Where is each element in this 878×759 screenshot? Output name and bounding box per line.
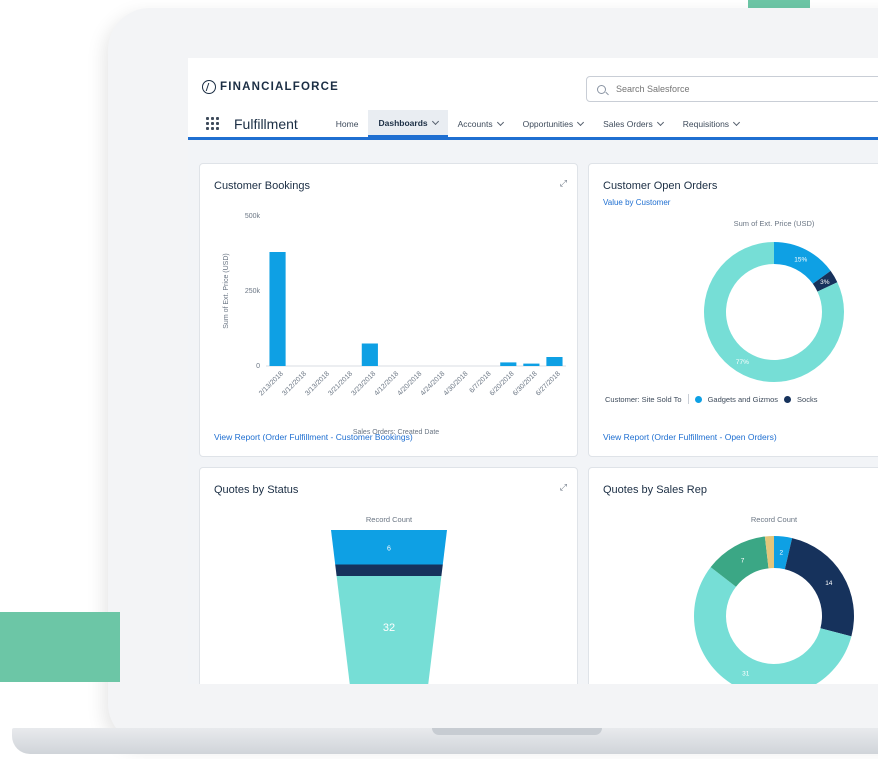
funnel-label: 6 xyxy=(387,545,391,552)
quotes-status-funnel-chart: Record Count 6 32 xyxy=(331,515,447,684)
app-name: Fulfillment xyxy=(234,115,298,132)
chevron-down-icon[interactable] xyxy=(577,118,585,126)
expand-icon[interactable]: ⤢ xyxy=(560,178,567,189)
funnel-segment[interactable] xyxy=(335,564,443,577)
legend-item: Socks xyxy=(797,394,818,404)
chevron-down-icon[interactable] xyxy=(496,118,504,126)
nav-tab-home[interactable]: Home xyxy=(326,110,369,137)
nav-tab-label: Accounts xyxy=(457,118,493,129)
decorative-accent-top xyxy=(748,0,810,8)
y-tick-label: 500k xyxy=(245,213,261,220)
app-nav-bar: Fulfillment Home Dashboards Accounts Opport… xyxy=(188,110,878,140)
brand-logo[interactable]: FINANCIALFORCE xyxy=(202,80,339,94)
view-report-link[interactable]: View Report (Order Fulfillment - Open Or… xyxy=(603,432,777,442)
bar[interactable] xyxy=(269,252,286,366)
chart-title: Sum of Ext. Price (USD) xyxy=(734,219,815,228)
laptop-notch xyxy=(432,728,602,735)
donut-slice[interactable] xyxy=(784,538,854,637)
card-quotes-by-sales-rep: Quotes by Sales Rep Record Count 2 14 31 7 xyxy=(588,467,878,684)
bar[interactable] xyxy=(500,362,517,366)
brand-name: FINANCIALFORCE xyxy=(220,81,340,93)
slice-label: 14 xyxy=(825,580,833,587)
nav-tab-label: Requisitions xyxy=(682,118,730,129)
x-tick-label: 4/30/2018 xyxy=(443,370,470,397)
chart-title: Record Count xyxy=(366,515,413,524)
laptop-screen: FINANCIALFORCE Fulfillment Home Dashboard… xyxy=(188,58,878,684)
open-orders-donut-chart: Sum of Ext. Price (USD) 15% 3% 77% xyxy=(704,219,844,382)
nav-tab-sales-orders[interactable]: Sales Orders xyxy=(593,110,673,137)
slice-label: 77% xyxy=(736,359,749,366)
chevron-down-icon[interactable] xyxy=(656,118,664,126)
nav-tab-label: Home xyxy=(335,118,359,129)
slice-label: 7 xyxy=(741,557,745,564)
chevron-down-icon[interactable] xyxy=(431,117,439,125)
legend-separator xyxy=(687,394,689,404)
card-title: Customer Bookings xyxy=(214,180,310,192)
y-axis-label: Sum of Ext. Price (USD) xyxy=(223,253,230,328)
app-launcher-icon[interactable] xyxy=(206,116,220,131)
legend-swatch xyxy=(694,395,702,403)
nav-tab-accounts[interactable]: Accounts xyxy=(448,110,513,137)
nav-tab-label: Opportunities xyxy=(522,118,574,129)
bookings-bar-chart: 500k250k0Sum of Ext. Price (USD)2/13/201… xyxy=(223,213,566,436)
chart-title: Record Count xyxy=(751,515,798,524)
marketing-stage: FINANCIALFORCE Fulfillment Home Dashboard… xyxy=(0,0,878,759)
y-tick-label: 250k xyxy=(245,288,261,295)
financialforce-logo-icon xyxy=(202,80,216,94)
x-tick-label: 6/27/2018 xyxy=(535,370,562,397)
global-header: FINANCIALFORCE xyxy=(188,58,878,110)
chart-legend: Customer: Site Sold To Gadgets and Gizmo… xyxy=(605,394,817,404)
bar[interactable] xyxy=(523,363,540,366)
funnel-label: 32 xyxy=(383,622,395,634)
slice-label: 2 xyxy=(779,549,783,556)
slice-label: 15% xyxy=(794,256,807,263)
quotes-rep-donut-chart: Record Count 2 14 31 7 xyxy=(694,515,854,684)
global-search[interactable] xyxy=(586,76,878,102)
legend-label: Customer: Site Sold To xyxy=(605,394,682,404)
view-report-link[interactable]: View Report (Order Fulfillment - Custome… xyxy=(214,432,413,442)
nav-tab-label: Dashboards xyxy=(378,117,428,128)
legend-swatch xyxy=(784,395,792,403)
bar[interactable] xyxy=(361,343,378,367)
bar[interactable] xyxy=(546,357,563,366)
card-subtitle: Value by Customer xyxy=(603,198,671,207)
nav-tab-dashboards[interactable]: Dashboards xyxy=(368,110,448,137)
card-quotes-by-status: Quotes by Status ⤢ Record Count 6 32 xyxy=(199,467,578,684)
nav-tab-requisitions[interactable]: Requisitions xyxy=(673,110,749,137)
card-customer-open-orders: Customer Open Orders Value by Customer S… xyxy=(588,163,878,457)
nav-tab-label: Sales Orders xyxy=(603,118,653,129)
laptop-base xyxy=(12,728,878,754)
card-title: Customer Open Orders xyxy=(603,180,718,192)
nav-tabs: Home Dashboards Accounts Opportunities Sales… xyxy=(326,110,749,137)
search-icon xyxy=(597,84,606,94)
decorative-accent-left xyxy=(0,612,120,682)
chevron-down-icon[interactable] xyxy=(733,118,741,126)
legend-item: Gadgets and Gizmos xyxy=(707,394,779,404)
slice-label: 31 xyxy=(742,670,750,677)
nav-tab-opportunities[interactable]: Opportunities xyxy=(513,110,594,137)
y-tick-label: 0 xyxy=(256,363,260,370)
search-input[interactable] xyxy=(616,84,856,94)
card-customer-bookings: Customer Bookings ⤢ 500k 250k 0 Sum of Ext.… xyxy=(199,163,578,457)
slice-label: 3% xyxy=(820,279,830,286)
